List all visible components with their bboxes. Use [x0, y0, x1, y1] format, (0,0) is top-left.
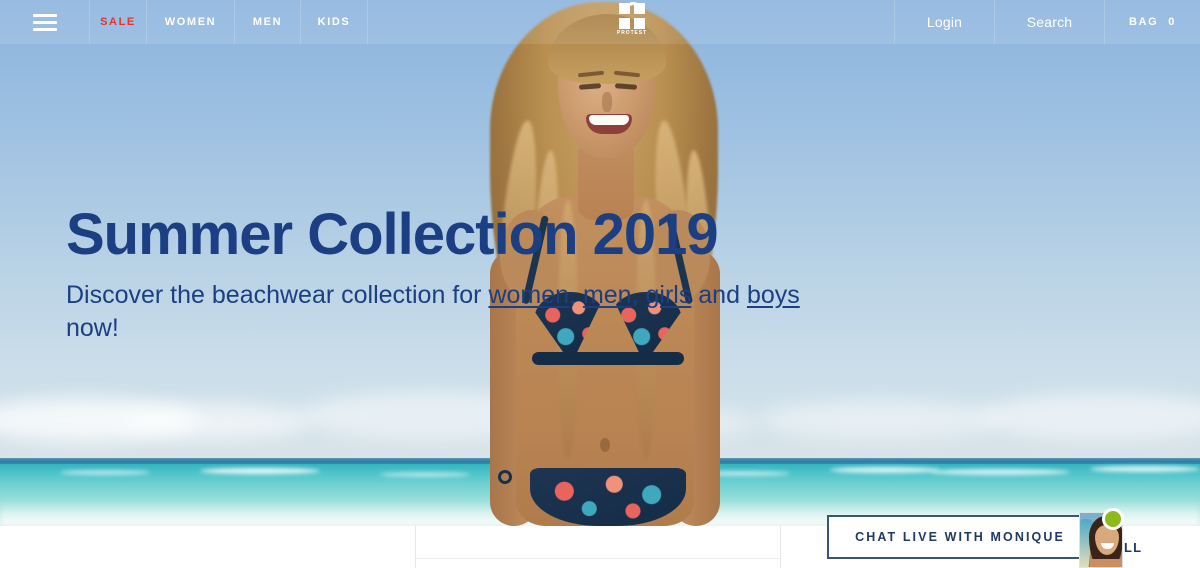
- cloud: [760, 400, 1000, 440]
- hero-subtitle-tail: now!: [66, 314, 119, 343]
- teeth: [589, 115, 629, 125]
- navel: [600, 438, 610, 452]
- link-men[interactable]: men: [583, 281, 632, 309]
- link-girls[interactable]: girls: [645, 281, 691, 309]
- login-button[interactable]: Login: [894, 0, 994, 44]
- bag-count: 0: [1168, 16, 1176, 28]
- online-status-indicator: [1102, 508, 1124, 530]
- nose: [602, 92, 612, 112]
- chat-live-button[interactable]: CHAT LIVE WITH MONIQUE: [827, 515, 1093, 559]
- column-divider: [415, 526, 416, 568]
- surf-line: [200, 468, 320, 474]
- avatar-body: [1090, 559, 1122, 567]
- hero-copy: Summer Collection 2019 Discover the beac…: [66, 204, 806, 345]
- protest-cross-circle-logo-icon: [619, 2, 645, 29]
- surf-line: [930, 469, 1070, 475]
- hero-subtitle: Discover the beachwear collection for wo…: [66, 279, 806, 345]
- sep-1: ,: [569, 281, 583, 310]
- hamburger-menu-button[interactable]: [0, 0, 90, 44]
- row-divider: [415, 558, 780, 559]
- nav-right-group: Login Search BAG 0: [894, 0, 1200, 44]
- link-women[interactable]: women: [488, 281, 569, 309]
- hero-subtitle-lead: Discover the beachwear collection for: [66, 281, 489, 310]
- cloud: [120, 404, 310, 440]
- sep-3: and: [691, 281, 747, 310]
- bikini-band: [532, 352, 684, 365]
- search-button[interactable]: Search: [994, 0, 1104, 44]
- protest-logo[interactable]: PROTEST: [612, 2, 652, 43]
- top-navigation-bar: SALE WOMEN MEN KIDS Login Search BAG 0: [0, 0, 1200, 44]
- chat-trailing-text: LL: [1124, 540, 1143, 555]
- hamburger-menu-icon: [32, 13, 57, 31]
- link-boys[interactable]: boys: [747, 281, 800, 309]
- page-title: Summer Collection 2019: [66, 202, 719, 267]
- column-divider: [780, 526, 781, 568]
- surf-line: [60, 470, 150, 475]
- mouth: [586, 114, 632, 134]
- nav-item-men[interactable]: MEN: [235, 0, 301, 44]
- nav-item-sale[interactable]: SALE: [90, 0, 147, 44]
- bag-label: BAG: [1129, 16, 1159, 28]
- surf-line: [830, 467, 940, 473]
- bikini-tie-left: [498, 470, 512, 484]
- nav-item-kids[interactable]: KIDS: [301, 0, 368, 44]
- chat-live-label: CHAT LIVE WITH MONIQUE: [855, 530, 1065, 544]
- logo-wordmark: PROTEST: [617, 30, 647, 36]
- sep-2: ,: [631, 281, 646, 310]
- nav-item-women[interactable]: WOMEN: [147, 0, 235, 44]
- bikini-tie-right: [664, 470, 678, 484]
- surf-line: [1090, 466, 1200, 472]
- bag-button[interactable]: BAG 0: [1104, 0, 1200, 44]
- page-root: SALE WOMEN MEN KIDS Login Search BAG 0 P…: [0, 0, 1200, 568]
